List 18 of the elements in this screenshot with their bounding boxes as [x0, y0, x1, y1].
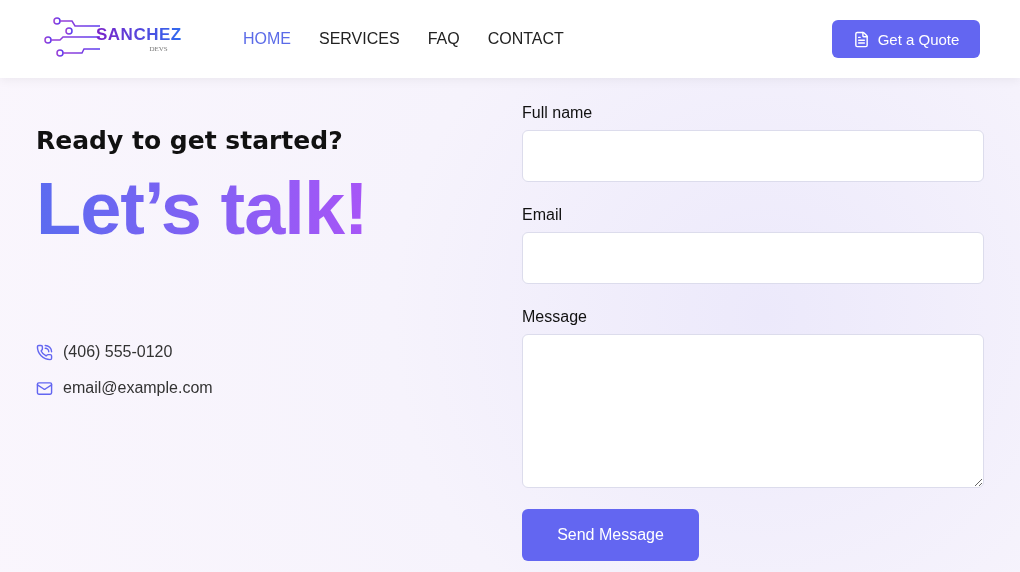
email-address: email@example.com — [63, 379, 213, 397]
subtitle: Ready to get started? — [36, 126, 344, 155]
nav-link[interactable]: CONTACT — [487, 30, 564, 48]
field-label: Email — [522, 206, 563, 224]
email-icon — [36, 379, 53, 397]
quote-button[interactable]: Get a Quote — [832, 20, 980, 58]
input-field[interactable] — [522, 130, 984, 182]
nav-link[interactable]: HOME — [243, 30, 291, 48]
nav-link[interactable]: SERVICES — [319, 30, 400, 48]
phone-number: (406) 555-0120 — [63, 343, 173, 361]
send-button[interactable]: Send Message — [522, 509, 699, 561]
phone-icon — [36, 343, 53, 361]
document-icon — [852, 30, 870, 48]
field-label: Message — [522, 308, 588, 326]
input-field[interactable] — [522, 232, 984, 284]
message-field[interactable] — [522, 334, 984, 488]
field-label: Full name — [522, 104, 594, 122]
nav-link[interactable]: FAQ — [427, 30, 460, 48]
